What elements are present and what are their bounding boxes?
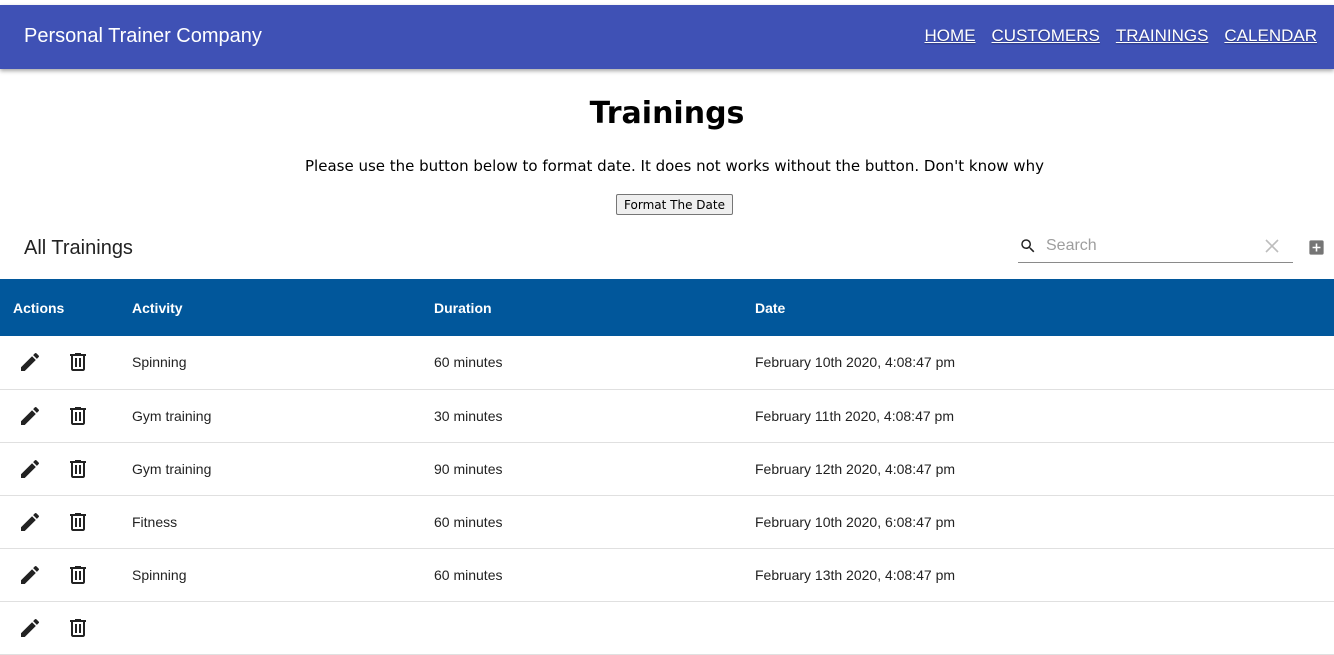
cell-duration: 60 minutes [434,513,503,530]
row-actions [0,442,123,495]
table-toolbar: All Trainings [0,216,1334,279]
nav-customers-link[interactable]: CUSTOMERS [992,25,1100,47]
edit-icon[interactable] [18,457,42,481]
trainings-table: Actions Activity Duration Date Spinning … [0,279,1334,655]
brand-title: Personal Trainer Company [24,25,262,47]
edit-icon[interactable] [18,404,42,428]
table-row: Gym training 90 minutes February 12th 20… [0,442,1334,495]
table-row: Spinning 60 minutes February 13th 2020, … [0,548,1334,601]
row-actions [0,601,123,654]
table-title: All Trainings [24,237,133,259]
format-note: Please use the button below to format da… [305,157,1044,175]
cell-duration: 60 minutes [434,566,503,583]
table-header-row: Actions Activity Duration Date [0,279,1334,336]
table-row: Gym training 30 minutes February 11th 20… [0,389,1334,442]
close-icon[interactable] [1265,239,1279,253]
search-input[interactable] [1046,234,1256,258]
row-actions [0,548,123,601]
delete-icon[interactable] [66,563,90,587]
delete-icon[interactable] [66,510,90,534]
cell-duration: 90 minutes [434,460,503,477]
cell-activity: Gym training [132,460,212,477]
cell-activity: Spinning [132,354,187,371]
cell-activity [123,601,434,654]
column-header-duration[interactable]: Duration [434,279,755,336]
column-header-activity[interactable]: Activity [123,279,434,336]
nav-home-link[interactable]: HOME [925,25,976,47]
add-box-icon[interactable] [1307,238,1326,257]
edit-icon[interactable] [18,563,42,587]
cell-activity: Spinning [132,566,187,583]
delete-icon[interactable] [66,404,90,428]
edit-icon[interactable] [18,510,42,534]
edit-icon[interactable] [18,350,42,374]
table-row: Fitness 60 minutes February 10th 2020, 6… [0,495,1334,548]
cell-activity: Gym training [132,407,212,424]
cell-date: February 11th 2020, 4:08:47 pm [755,407,954,424]
row-actions [0,336,123,389]
delete-icon[interactable] [66,350,90,374]
search-box [1018,229,1293,263]
column-header-actions: Actions [13,299,65,316]
cell-duration [434,601,755,654]
nav-calendar-link[interactable]: CALENDAR [1224,25,1317,47]
cell-date: February 10th 2020, 4:08:47 pm [755,354,956,371]
search-icon [1021,239,1035,253]
app-bar: Personal Trainer Company HOME CUSTOMERS … [0,5,1334,69]
edit-icon[interactable] [18,616,42,640]
nav-trainings-link[interactable]: TRAININGS [1116,25,1209,47]
cell-date: February 13th 2020, 4:08:47 pm [755,566,956,583]
format-date-button[interactable]: Format The Date [616,194,733,215]
cell-duration: 60 minutes [434,354,503,371]
row-actions [0,495,123,548]
cell-date: February 12th 2020, 4:08:47 pm [755,460,956,477]
cell-date [755,601,1334,654]
cell-activity: Fitness [132,513,178,530]
row-actions [0,389,123,442]
page-title: Trainings [589,96,745,131]
cell-duration: 30 minutes [434,407,503,424]
table-row: Spinning 60 minutes February 10th 2020, … [0,336,1334,389]
delete-icon[interactable] [66,616,90,640]
column-header-date[interactable]: Date [755,279,1334,336]
cell-date: February 10th 2020, 6:08:47 pm [755,513,956,530]
main-nav: HOME CUSTOMERS TRAININGS CALENDAR [925,25,1317,47]
table-row [0,601,1334,654]
delete-icon[interactable] [66,457,90,481]
